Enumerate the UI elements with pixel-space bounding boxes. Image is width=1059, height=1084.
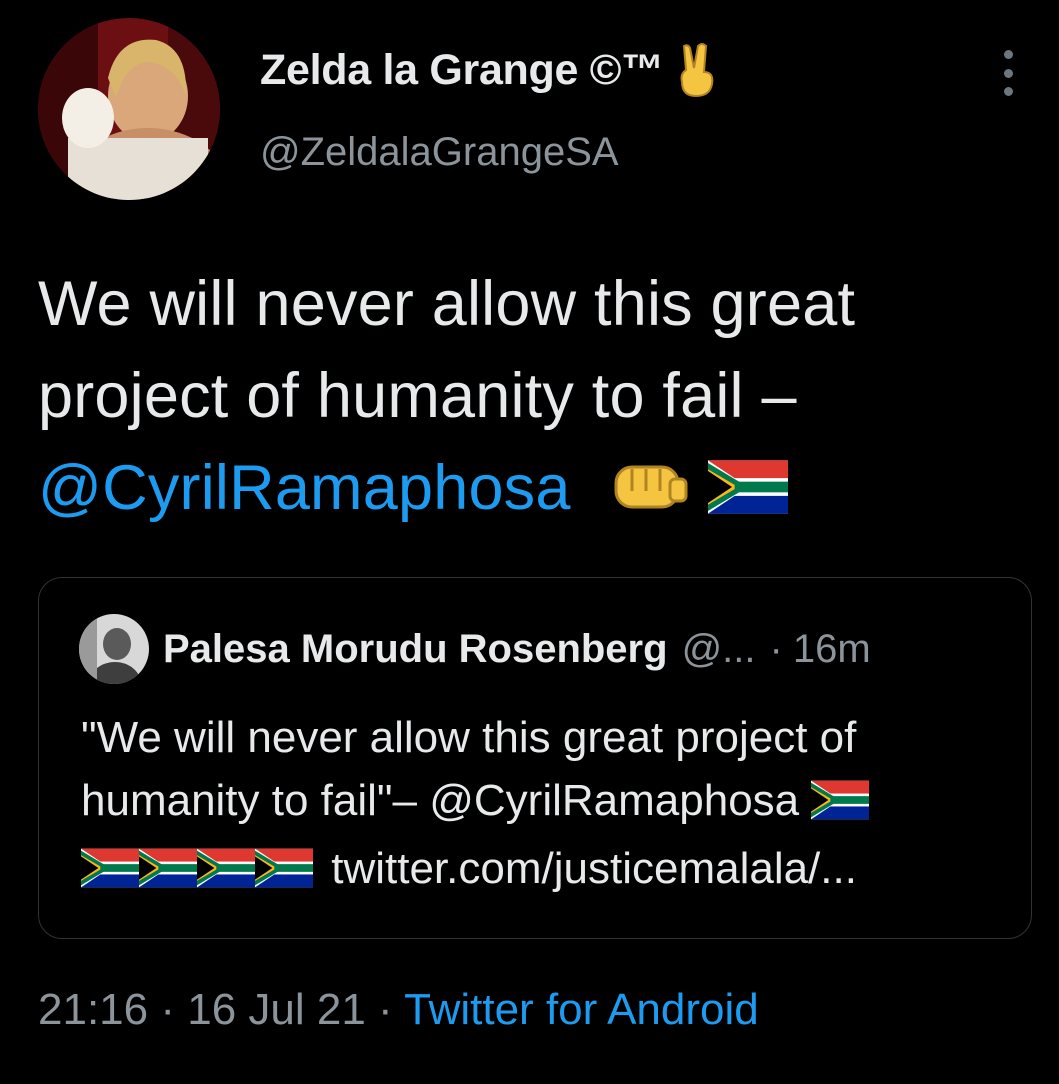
quoted-link[interactable]: twitter.com/justicemalala/... (331, 844, 857, 893)
quoted-author-name[interactable]: Palesa Morudu Rosenberg (163, 627, 668, 672)
quoted-tweet-card[interactable]: Palesa Morudu Rosenberg @... · 16m "We w… (38, 577, 1032, 939)
quoted-text-line2: humanity to fail"– @CyrilRamaphosa (81, 776, 800, 825)
oncoming-fist-icon (610, 448, 690, 540)
tweet-text: We will never allow this great project o… (38, 258, 1028, 540)
quoted-author-handle: @... (681, 626, 756, 671)
south-africa-flag-icon (139, 842, 197, 905)
quoted-text-line1: "We will never allow this great project … (81, 713, 857, 762)
author-name[interactable]: Zelda la Grange ©™ (260, 46, 664, 95)
tweet-meta: 21:16 · 16 Jul 21 · Twitter for Android (38, 985, 759, 1035)
south-africa-flag-icon (197, 842, 255, 905)
south-africa-flag-icon (708, 448, 788, 540)
victory-hand-icon (674, 42, 718, 98)
quoted-tweet-header: Palesa Morudu Rosenberg @... · 16m (79, 614, 871, 684)
more-options-icon[interactable] (996, 50, 1020, 96)
tweet-time: 21:16 (38, 985, 149, 1034)
south-africa-flag-icon (81, 842, 139, 905)
author-handle[interactable]: @ZeldalaGrangeSA (260, 130, 619, 175)
tweet-body: We will never allow this great project o… (38, 269, 856, 431)
meta-separator: · (378, 985, 393, 1034)
south-africa-flag-icon (811, 774, 869, 837)
quoted-author-avatar[interactable] (79, 614, 149, 684)
tweet-source-link[interactable]: Twitter for Android (404, 985, 759, 1034)
tweet-date: 16 Jul 21 (187, 985, 366, 1034)
quoted-timestamp: 16m (792, 626, 871, 671)
author-name-row: Zelda la Grange ©™ (260, 42, 718, 98)
tweet-mention-link[interactable]: @CyrilRamaphosa (38, 453, 571, 523)
quoted-tweet-text: "We will never allow this great project … (81, 706, 1001, 905)
south-africa-flag-icon (255, 842, 313, 905)
quoted-separator: · (769, 626, 783, 671)
author-avatar[interactable] (38, 18, 220, 200)
meta-separator: · (160, 985, 175, 1034)
